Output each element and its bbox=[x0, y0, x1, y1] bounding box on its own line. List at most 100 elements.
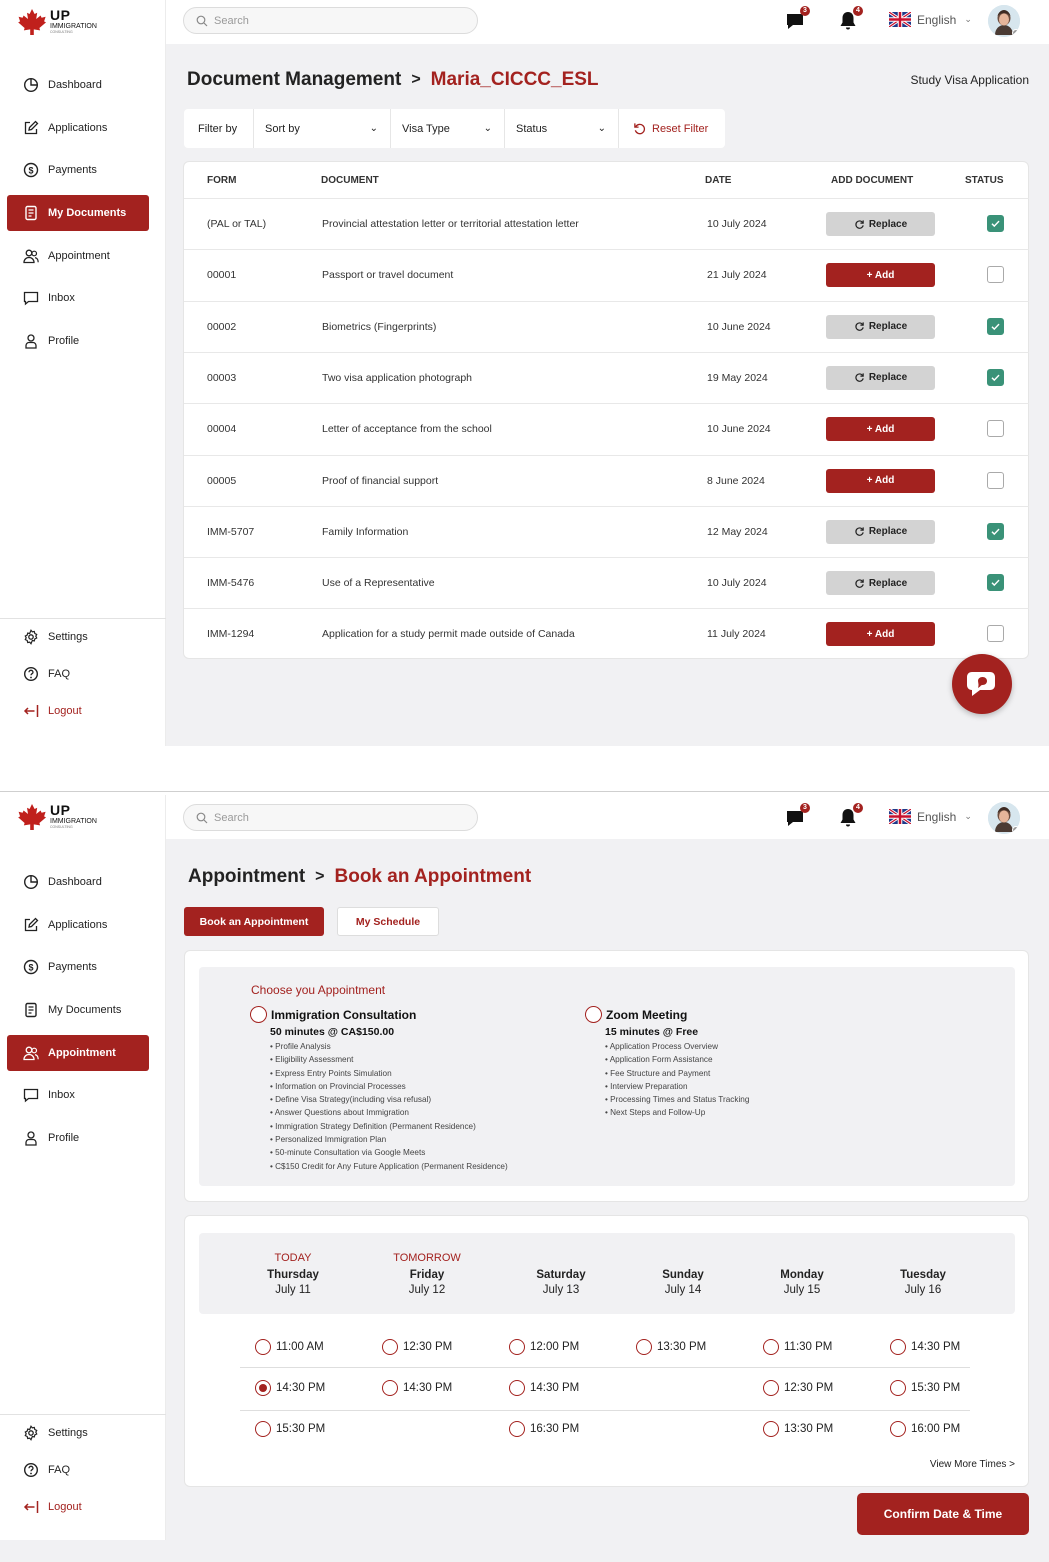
table-row: 00005 Proof of financial support 8 June 20… bbox=[184, 454, 1029, 506]
time-slot-radio[interactable] bbox=[763, 1421, 779, 1437]
sidebar-item-profile[interactable]: Profile bbox=[7, 1120, 149, 1156]
time-slot[interactable]: 14:30 PM bbox=[382, 1380, 452, 1396]
sidebar-item-inbox[interactable]: Inbox bbox=[7, 1077, 149, 1113]
sidebar-item-faq[interactable]: FAQ bbox=[7, 656, 149, 692]
notifications-button[interactable]: 4 bbox=[838, 803, 863, 829]
status-checkbox[interactable] bbox=[987, 266, 1004, 284]
replace-button[interactable]: Replace bbox=[826, 365, 935, 390]
time-slot-radio[interactable] bbox=[509, 1339, 525, 1355]
time-slot-radio[interactable] bbox=[255, 1421, 271, 1437]
status-checkbox[interactable] bbox=[987, 420, 1004, 438]
time-slot-radio[interactable] bbox=[763, 1380, 779, 1396]
reset-filter-button[interactable]: Reset Filter bbox=[619, 109, 725, 148]
time-slot-radio[interactable] bbox=[255, 1339, 271, 1355]
status-checkbox[interactable] bbox=[987, 522, 1004, 540]
time-slot-radio[interactable] bbox=[890, 1421, 906, 1437]
search-input[interactable] bbox=[214, 811, 454, 824]
option-zoom-meeting[interactable]: Zoom Meeting 15 minutes @ Free • Applica… bbox=[585, 1006, 749, 1120]
time-slot[interactable]: 11:30 PM bbox=[763, 1339, 832, 1355]
sidebar-item-profile[interactable]: Profile bbox=[7, 323, 149, 359]
time-slot-radio[interactable] bbox=[382, 1339, 398, 1355]
time-slot[interactable]: 15:30 PM bbox=[890, 1380, 960, 1396]
time-slot[interactable]: 12:30 PM bbox=[382, 1339, 452, 1355]
status-checkbox[interactable] bbox=[987, 368, 1004, 386]
breadcrumb-root[interactable]: Appointment bbox=[188, 866, 305, 888]
dollar-circle-icon bbox=[23, 959, 39, 975]
time-slot-radio[interactable] bbox=[890, 1339, 906, 1355]
status-checkbox[interactable] bbox=[987, 471, 1004, 489]
sidebar-item-logout[interactable]: Logout bbox=[7, 1489, 149, 1525]
time-slot[interactable]: 16:30 PM bbox=[509, 1421, 579, 1437]
chat-support-button[interactable] bbox=[952, 654, 1012, 714]
time-slot[interactable]: 13:30 PM bbox=[763, 1421, 833, 1437]
search-input[interactable] bbox=[214, 14, 454, 27]
avatar[interactable] bbox=[988, 5, 1020, 37]
add-button[interactable]: + Add bbox=[826, 468, 935, 493]
search-box[interactable] bbox=[183, 7, 478, 34]
status-checkbox[interactable] bbox=[987, 215, 1004, 232]
add-button[interactable]: + Add bbox=[826, 622, 935, 647]
time-slot[interactable]: 15:30 PM bbox=[255, 1421, 325, 1437]
breadcrumb-root[interactable]: Document Management bbox=[187, 69, 401, 91]
messages-button[interactable]: 3 bbox=[785, 6, 810, 32]
status-checkbox[interactable] bbox=[987, 317, 1004, 335]
sidebar-item-dashboard[interactable]: Dashboard bbox=[7, 864, 149, 900]
time-slot-radio[interactable] bbox=[763, 1339, 779, 1355]
notifications-button[interactable]: 4 bbox=[838, 6, 863, 32]
sidebar-item-dashboard[interactable]: Dashboard bbox=[7, 67, 149, 103]
option-immigration-consultation[interactable]: Immigration Consultation 50 minutes @ CA… bbox=[250, 1006, 508, 1173]
sidebar-item-appointment[interactable]: Appointment bbox=[7, 238, 149, 274]
visa-type-dropdown[interactable]: Visa Type ⌄ bbox=[391, 109, 505, 148]
sidebar-item-payments[interactable]: Payments bbox=[7, 152, 149, 188]
time-slot[interactable]: 12:00 PM bbox=[509, 1339, 579, 1355]
sidebar-item-payments[interactable]: Payments bbox=[7, 949, 149, 985]
replace-button[interactable]: Replace bbox=[826, 519, 935, 544]
time-slot[interactable]: 11:00 AM bbox=[255, 1339, 324, 1355]
brand-logo[interactable]: UP IMMIGRATION CONSULTING bbox=[17, 8, 97, 36]
replace-button[interactable]: Replace bbox=[826, 314, 935, 339]
search-box[interactable] bbox=[183, 804, 478, 831]
view-more-times-link[interactable]: View More Times > bbox=[930, 1459, 1015, 1470]
time-slot[interactable]: 14:30 PM bbox=[255, 1380, 325, 1396]
time-slot[interactable]: 14:30 PM bbox=[890, 1339, 960, 1355]
replace-button[interactable]: Replace bbox=[826, 212, 935, 236]
radio-zoom-meeting[interactable] bbox=[585, 1006, 602, 1023]
sidebar-item-faq[interactable]: FAQ bbox=[7, 1452, 149, 1488]
sidebar-item-my-documents[interactable]: My Documents bbox=[7, 195, 149, 231]
sidebar-item-applications[interactable]: Applications bbox=[7, 110, 149, 146]
messages-button[interactable]: 3 bbox=[785, 803, 810, 829]
add-button[interactable]: + Add bbox=[826, 263, 935, 288]
time-slot[interactable]: 12:30 PM bbox=[763, 1380, 833, 1396]
tab-book-appointment[interactable]: Book an Appointment bbox=[184, 907, 324, 936]
time-slot[interactable]: 16:00 PM bbox=[890, 1421, 960, 1437]
sidebar-item-applications[interactable]: Applications bbox=[7, 907, 149, 943]
confirm-date-time-button[interactable]: Confirm Date & Time bbox=[857, 1493, 1029, 1535]
time-slot-radio[interactable] bbox=[382, 1380, 398, 1396]
time-slot[interactable]: 14:30 PM bbox=[509, 1380, 579, 1396]
sidebar-item-my-documents[interactable]: My Documents bbox=[7, 992, 149, 1028]
time-slot-radio[interactable] bbox=[509, 1421, 525, 1437]
language-selector[interactable]: English ⌄ bbox=[889, 12, 972, 27]
time-slot-radio[interactable] bbox=[255, 1380, 271, 1396]
avatar[interactable] bbox=[988, 802, 1020, 834]
time-slot[interactable]: 13:30 PM bbox=[636, 1339, 706, 1355]
time-slot-radio[interactable] bbox=[890, 1380, 906, 1396]
time-slot-radio[interactable] bbox=[509, 1380, 525, 1396]
status-checkbox[interactable] bbox=[987, 625, 1004, 643]
sidebar-item-inbox[interactable]: Inbox bbox=[7, 280, 149, 316]
brand-tagline: CONSULTING bbox=[50, 30, 73, 34]
time-slot-radio[interactable] bbox=[636, 1339, 652, 1355]
add-button[interactable]: + Add bbox=[826, 417, 935, 442]
tab-my-schedule[interactable]: My Schedule bbox=[337, 907, 439, 936]
sidebar-item-appointment[interactable]: Appointment bbox=[7, 1035, 149, 1071]
radio-immigration-consultation[interactable] bbox=[250, 1006, 267, 1023]
sort-by-dropdown[interactable]: Sort by ⌄ bbox=[254, 109, 391, 148]
sidebar-item-settings[interactable]: Settings bbox=[7, 619, 149, 655]
brand-logo[interactable]: UP IMMIGRATION CONSULTING bbox=[17, 803, 97, 831]
language-selector[interactable]: English ⌄ bbox=[889, 809, 972, 824]
sidebar-item-settings[interactable]: Settings bbox=[7, 1415, 149, 1451]
status-checkbox[interactable] bbox=[987, 574, 1004, 592]
replace-button[interactable]: Replace bbox=[826, 571, 935, 596]
sidebar-item-logout[interactable]: Logout bbox=[7, 693, 149, 729]
status-dropdown[interactable]: Status ⌄ bbox=[505, 109, 619, 148]
